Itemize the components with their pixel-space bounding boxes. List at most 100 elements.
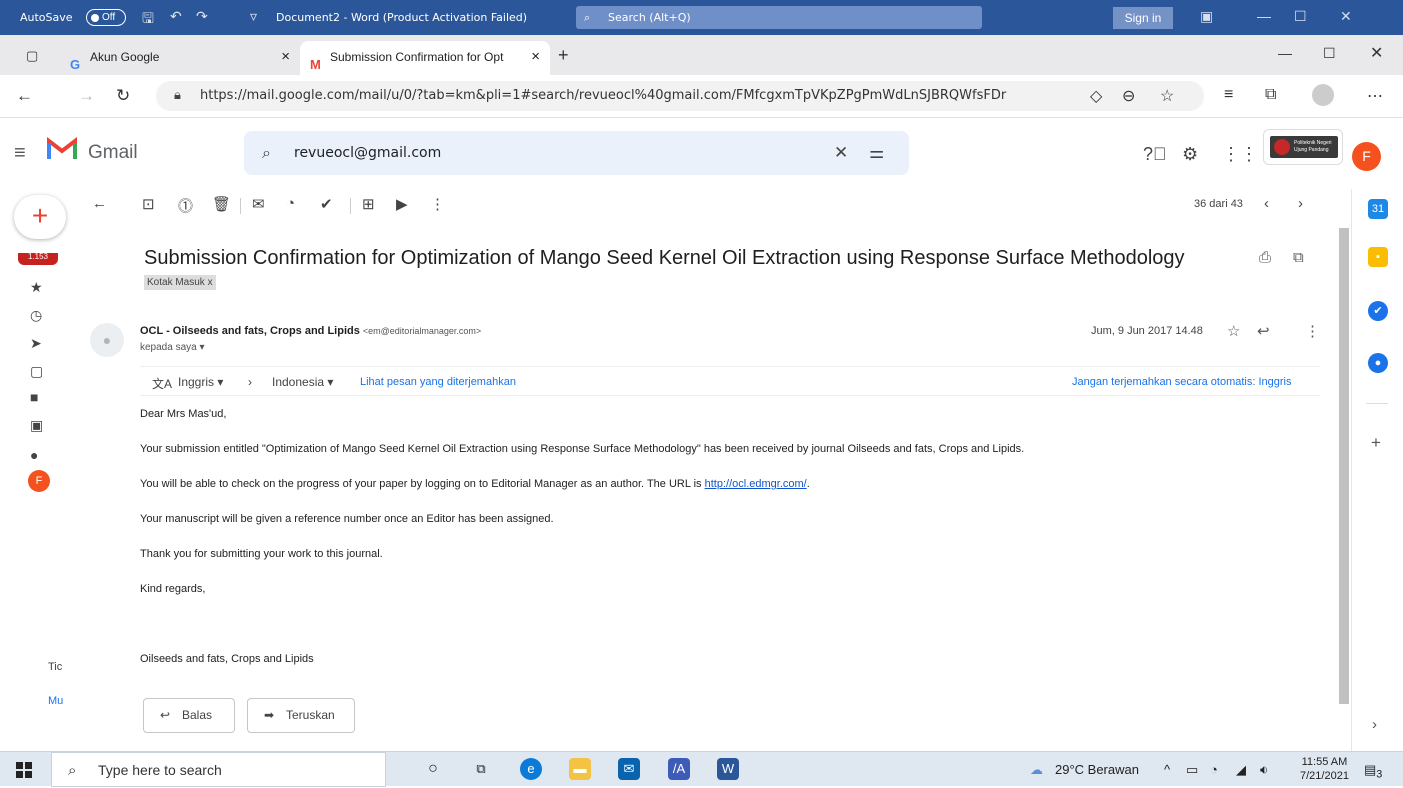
organization-logo[interactable]: Politeknik Negeri Ujung Pandang bbox=[1263, 129, 1343, 165]
snoozed-icon[interactable]: ◷ bbox=[30, 307, 42, 324]
redo-icon[interactable]: ↷ bbox=[196, 8, 208, 25]
notification-icon[interactable]: ▤3 bbox=[1364, 762, 1382, 781]
never-translate-link[interactable]: Jangan terjemahkan secara otomatis: Ingg… bbox=[1072, 376, 1292, 388]
target-language-select[interactable]: Indonesia ▾ bbox=[272, 375, 333, 389]
weather-text[interactable]: 29°C Berawan bbox=[1055, 762, 1139, 777]
customize-icon[interactable]: ▿ bbox=[250, 8, 257, 25]
report-spam-icon[interactable]: ⓵ bbox=[178, 195, 193, 216]
delete-icon[interactable]: 🗑︎ bbox=[212, 195, 231, 213]
older-icon[interactable]: › bbox=[1298, 195, 1303, 212]
editorial-manager-link[interactable]: http://ocl.edmgr.com/ bbox=[705, 478, 807, 490]
video-icon[interactable]: ■ bbox=[30, 389, 38, 405]
keep-app-icon[interactable]: ▪ bbox=[1368, 247, 1388, 267]
tray-overflow-icon[interactable]: ^ bbox=[1164, 762, 1170, 777]
new-tab-icon[interactable]: + bbox=[558, 45, 569, 66]
apps-icon[interactable]: ⋮⋮ bbox=[1222, 144, 1258, 165]
windows-start-icon[interactable] bbox=[16, 762, 32, 778]
calendar-icon[interactable]: ▣ bbox=[30, 417, 43, 434]
newer-icon[interactable]: ‹ bbox=[1264, 195, 1269, 212]
close-icon[interactable]: ✕ bbox=[1340, 8, 1352, 25]
menu-icon[interactable]: ≡ bbox=[14, 142, 26, 165]
help-icon[interactable]: ?⃝ bbox=[1143, 144, 1167, 165]
favorite-icon[interactable]: ☆ bbox=[1160, 86, 1174, 106]
chat-avatar[interactable]: F bbox=[28, 470, 50, 492]
compose-button[interactable]: + bbox=[14, 195, 66, 239]
clock[interactable]: 11:55 AM 7/21/2021 bbox=[1300, 755, 1349, 783]
app-icon[interactable]: /A bbox=[668, 758, 690, 780]
task-view-icon[interactable]: ⧉ bbox=[470, 758, 492, 780]
ribbon-display-icon[interactable]: ▣ bbox=[1200, 8, 1213, 25]
search-options-icon[interactable]: ⚌ bbox=[869, 131, 884, 175]
message-more-icon[interactable]: ⋮ bbox=[1305, 322, 1320, 340]
url-field[interactable]: 🔒︎ https://mail.google.com/mail/u/0/?tab… bbox=[156, 81, 1204, 111]
mark-unread-icon[interactable]: ✉ bbox=[252, 195, 265, 213]
reply-button[interactable]: ↩ Balas bbox=[143, 698, 235, 733]
gmail-logo-icon[interactable] bbox=[47, 137, 77, 161]
print-icon[interactable]: ⎙ bbox=[1259, 249, 1271, 266]
back-to-search-icon[interactable]: ← bbox=[92, 195, 107, 212]
remove-label-icon[interactable]: x bbox=[208, 277, 213, 288]
tab-akun-google[interactable]: G Akun Google × bbox=[60, 41, 300, 75]
starred-icon[interactable]: ★ bbox=[30, 279, 43, 296]
browser-close-icon[interactable]: ✕ bbox=[1370, 43, 1383, 63]
meet-icon[interactable]: ▢ bbox=[30, 363, 43, 380]
add-task-icon[interactable]: ✔ bbox=[320, 195, 333, 213]
account-avatar[interactable]: F bbox=[1352, 142, 1381, 171]
hangouts-icon[interactable]: ● bbox=[30, 447, 38, 463]
wifi-icon[interactable]: ◔ bbox=[1210, 762, 1218, 777]
browser-maximize-icon[interactable]: ☐ bbox=[1323, 45, 1336, 62]
tab-gmail[interactable]: M Submission Confirmation for Opt × bbox=[300, 41, 550, 75]
mail-icon[interactable]: ✉ bbox=[618, 758, 640, 780]
close-tab-icon[interactable]: × bbox=[281, 41, 290, 73]
battery-icon[interactable]: ▭ bbox=[1186, 762, 1198, 778]
tasks-app-icon[interactable]: ✔ bbox=[1368, 301, 1388, 321]
calendar-app-icon[interactable]: 31 bbox=[1368, 199, 1388, 219]
recipient-toggle[interactable]: kepada saya ▾ bbox=[140, 342, 205, 353]
search-icon[interactable]: ⌕ bbox=[262, 131, 271, 175]
snooze-icon[interactable]: ◔ bbox=[286, 195, 295, 212]
forward-icon[interactable]: → bbox=[78, 86, 95, 106]
contacts-app-icon[interactable]: ● bbox=[1368, 353, 1388, 373]
more-icon[interactable]: ⋯ bbox=[1367, 86, 1383, 106]
edge-icon[interactable]: e bbox=[520, 758, 542, 780]
cortana-icon[interactable]: ○ bbox=[422, 758, 444, 780]
taskbar-search-input[interactable]: ⌕ Type here to search bbox=[51, 752, 386, 787]
word-icon[interactable]: W bbox=[717, 758, 739, 780]
expand-panel-icon[interactable]: › bbox=[1372, 716, 1377, 733]
label-icon[interactable]: ▶ bbox=[396, 195, 408, 213]
rail-text-2[interactable]: Mu bbox=[48, 695, 63, 707]
minimize-icon[interactable]: — bbox=[1257, 8, 1271, 24]
autosave-toggle[interactable]: Off bbox=[86, 9, 126, 26]
scrollbar-thumb[interactable] bbox=[1339, 228, 1349, 704]
archive-icon[interactable]: ⊡ bbox=[142, 195, 155, 213]
close-tab-icon[interactable]: × bbox=[531, 41, 540, 73]
network-icon[interactable]: ◢ bbox=[1236, 762, 1246, 778]
add-addon-icon[interactable]: + bbox=[1371, 433, 1381, 453]
show-translation-link[interactable]: Lihat pesan yang diterjemahkan bbox=[360, 376, 516, 388]
settings-icon[interactable]: ⚙ bbox=[1182, 144, 1198, 165]
mail-search-input[interactable]: ⌕ revueocl@gmail.com ✕ ⚌ bbox=[244, 131, 909, 175]
sign-in-button[interactable]: Sign in bbox=[1113, 7, 1173, 29]
translate-page-icon[interactable]: ◇ bbox=[1090, 86, 1102, 106]
file-explorer-icon[interactable]: ▬ bbox=[569, 758, 591, 780]
zoom-icon[interactable]: ⊖ bbox=[1122, 86, 1135, 106]
volume-icon[interactable]: 🔉︎ bbox=[1260, 762, 1268, 778]
undo-icon[interactable]: ↶ bbox=[170, 8, 182, 25]
sent-icon[interactable]: ➤ bbox=[30, 335, 42, 352]
clear-search-icon[interactable]: ✕ bbox=[834, 131, 848, 175]
source-language-select[interactable]: Inggris ▾ bbox=[178, 375, 223, 389]
save-icon[interactable]: 🖫 bbox=[142, 8, 154, 32]
word-search-box[interactable]: ⌕ Search (Alt+Q) bbox=[576, 6, 982, 29]
more-actions-icon[interactable]: ⋮ bbox=[430, 195, 445, 213]
refresh-icon[interactable]: ↻ bbox=[116, 86, 130, 106]
reply-icon[interactable]: ↩ bbox=[1257, 322, 1270, 340]
back-icon[interactable]: ← bbox=[16, 86, 33, 106]
profile-icon[interactable] bbox=[1312, 84, 1334, 106]
favorites-list-icon[interactable]: ≡ bbox=[1224, 86, 1233, 104]
open-new-window-icon[interactable]: ⧉ bbox=[1293, 249, 1304, 266]
move-to-icon[interactable]: ⊞ bbox=[362, 195, 375, 213]
collections-icon[interactable]: ⧉ bbox=[1265, 86, 1276, 104]
tab-actions-icon[interactable]: ▢ bbox=[26, 48, 38, 64]
forward-button[interactable]: ➡ Teruskan bbox=[247, 698, 355, 733]
maximize-icon[interactable]: ☐ bbox=[1294, 8, 1307, 25]
